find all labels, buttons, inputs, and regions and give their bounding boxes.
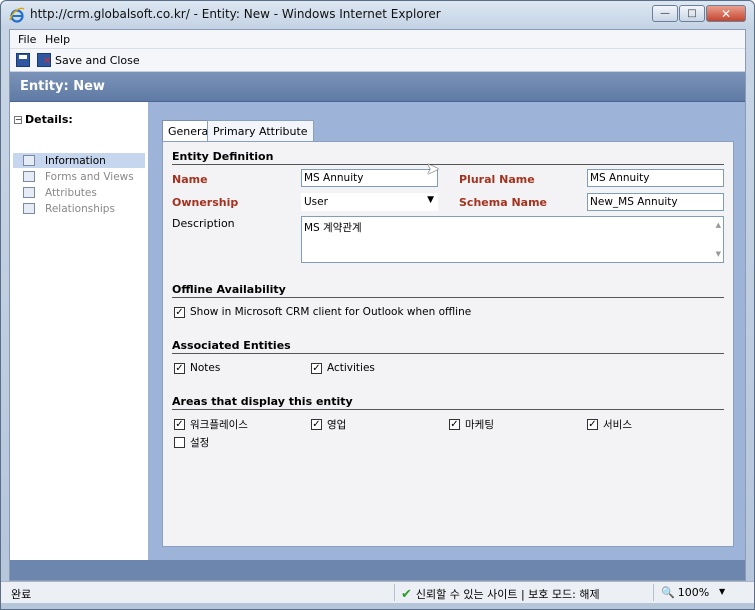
nav-item-relationships[interactable]: Relationships [13,201,145,216]
zoom-dropdown-icon[interactable]: ▼ [719,587,725,596]
security-zone[interactable]: ✔ 신뢰할 수 있는 사이트 | 보호 모드: 해제 [401,586,600,602]
checkbox-unchecked-icon[interactable] [174,437,185,448]
ownership-select[interactable]: User ▼ [301,193,438,211]
status-divider [394,584,395,601]
page-title: Entity: New [20,79,105,94]
save-icon[interactable] [16,53,30,67]
relationships-icon [23,203,35,214]
nav-item-attributes[interactable]: Attributes [13,185,145,200]
nav-item-forms-and-views[interactable]: Forms and Views [13,169,145,184]
minimize-button[interactable]: — [652,5,678,22]
internet-explorer-icon [9,7,25,23]
offline-checkbox-row[interactable]: ✓ Show in Microsoft CRM client for Outlo… [174,306,471,318]
security-zone-text: 신뢰할 수 있는 사이트 | 보호 모드: 해제 [415,588,600,601]
maximize-button[interactable]: □ [679,5,705,22]
description-value: MS 계약관계 [304,222,362,234]
main-content: General Primary Attribute Entity Definit… [148,102,745,560]
area-label: 워크플레이스 [190,419,248,431]
menu-file[interactable]: File [18,33,36,46]
schema-name-field[interactable]: New_MS Annuity [587,193,724,211]
zoom-control[interactable]: 🔍 100% [661,586,709,599]
window-title: http://crm.globalsoft.co.kr/ - Entity: N… [30,7,441,21]
section-areas: Areas that display this entity [172,395,353,408]
info-icon [23,155,35,166]
plural-name-field[interactable]: MS Annuity [587,169,724,187]
zoom-icon: 🔍 [661,586,675,599]
ownership-value: User [304,196,328,208]
section-divider [172,353,724,354]
plural-name-label: Plural Name [459,173,535,186]
tab-primary-attribute[interactable]: Primary Attribute [207,120,314,141]
title-bar: http://crm.globalsoft.co.kr/ - Entity: N… [1,1,754,29]
area-label: 서비스 [603,419,632,431]
dropdown-arrow-icon[interactable]: ▼ [427,195,434,205]
status-bar: 완료 ✔ 신뢰할 수 있는 사이트 | 보호 모드: 해제 🔍 100% ▼ [1,581,754,603]
section-entity-definition: Entity Definition [172,150,274,163]
nav-item-label: Attributes [45,186,97,199]
checkbox-checked-icon[interactable]: ✓ [587,419,598,430]
left-navigation: − Details: Information Forms and Views A… [10,102,148,560]
area-workplace-row[interactable]: ✓ 워크플레이스 [174,417,248,432]
menu-help[interactable]: Help [45,33,70,46]
status-text: 완료 [11,588,32,601]
description-label: Description [172,217,235,230]
area-service-row[interactable]: ✓ 서비스 [587,417,632,432]
section-divider [172,297,724,298]
attributes-icon [23,187,35,198]
area-label: 영업 [327,419,347,431]
nav-group-details[interactable]: − Details: [14,113,73,126]
area-label: 마케팅 [465,419,494,431]
description-field[interactable]: MS 계약관계 ▲ ▼ [301,216,724,263]
checkbox-checked-icon[interactable]: ✓ [311,419,322,430]
collapse-toggle-icon[interactable]: − [14,115,22,124]
section-associated-entities: Associated Entities [172,339,291,352]
save-and-close-button[interactable]: Save and Close [55,54,140,67]
general-tab-panel: Entity Definition Name MS Annuity Plural… [162,141,734,547]
close-button[interactable]: ✕ [706,5,746,22]
section-divider [172,164,724,165]
activities-label: Activities [327,362,375,374]
section-offline-availability: Offline Availability [172,283,286,296]
status-divider [653,584,654,601]
name-field[interactable]: MS Annuity [301,169,438,187]
toolbar: Save and Close [10,49,745,72]
area-label: 설정 [190,437,210,449]
browser-content: File Help Save and Close Entity: New − D… [9,29,746,581]
mouse-cursor-icon: ➤ [426,159,440,178]
name-label: Name [172,173,208,186]
ownership-label: Ownership [172,196,239,209]
checkbox-checked-icon[interactable]: ✓ [174,306,185,318]
save-and-close-icon[interactable] [37,53,51,67]
nav-item-label: Forms and Views [45,170,134,183]
nav-item-information[interactable]: Information [13,153,145,168]
notes-checkbox-row[interactable]: ✓ Notes [174,362,220,374]
nav-item-label: Information [45,154,106,167]
area-settings-row[interactable]: 설정 [174,435,209,450]
section-divider [172,409,724,410]
nav-group-label: Details: [25,113,73,126]
activities-checkbox-row[interactable]: ✓ Activities [311,362,375,374]
offline-option-label: Show in Microsoft CRM client for Outlook… [190,306,472,318]
checkbox-checked-icon[interactable]: ✓ [449,419,460,430]
checkbox-checked-icon[interactable]: ✓ [174,362,185,374]
footer-bar [10,560,745,580]
scroll-down-icon[interactable]: ▼ [716,250,721,258]
scroll-up-icon[interactable]: ▲ [716,221,721,229]
forms-icon [23,171,35,182]
window-controls: — □ ✕ [652,5,746,22]
area-marketing-row[interactable]: ✓ 마케팅 [449,417,494,432]
entity-header: Entity: New [10,72,745,102]
area-sales-row[interactable]: ✓ 영업 [311,417,346,432]
checkbox-checked-icon[interactable]: ✓ [311,362,322,374]
zoom-level: 100% [677,586,710,599]
menu-bar: File Help [10,30,745,49]
nav-item-label: Relationships [45,202,115,215]
schema-name-label: Schema Name [459,196,547,209]
trusted-check-icon: ✔ [401,586,412,602]
browser-window: http://crm.globalsoft.co.kr/ - Entity: N… [0,0,755,610]
notes-label: Notes [190,362,221,374]
checkbox-checked-icon[interactable]: ✓ [174,419,185,430]
